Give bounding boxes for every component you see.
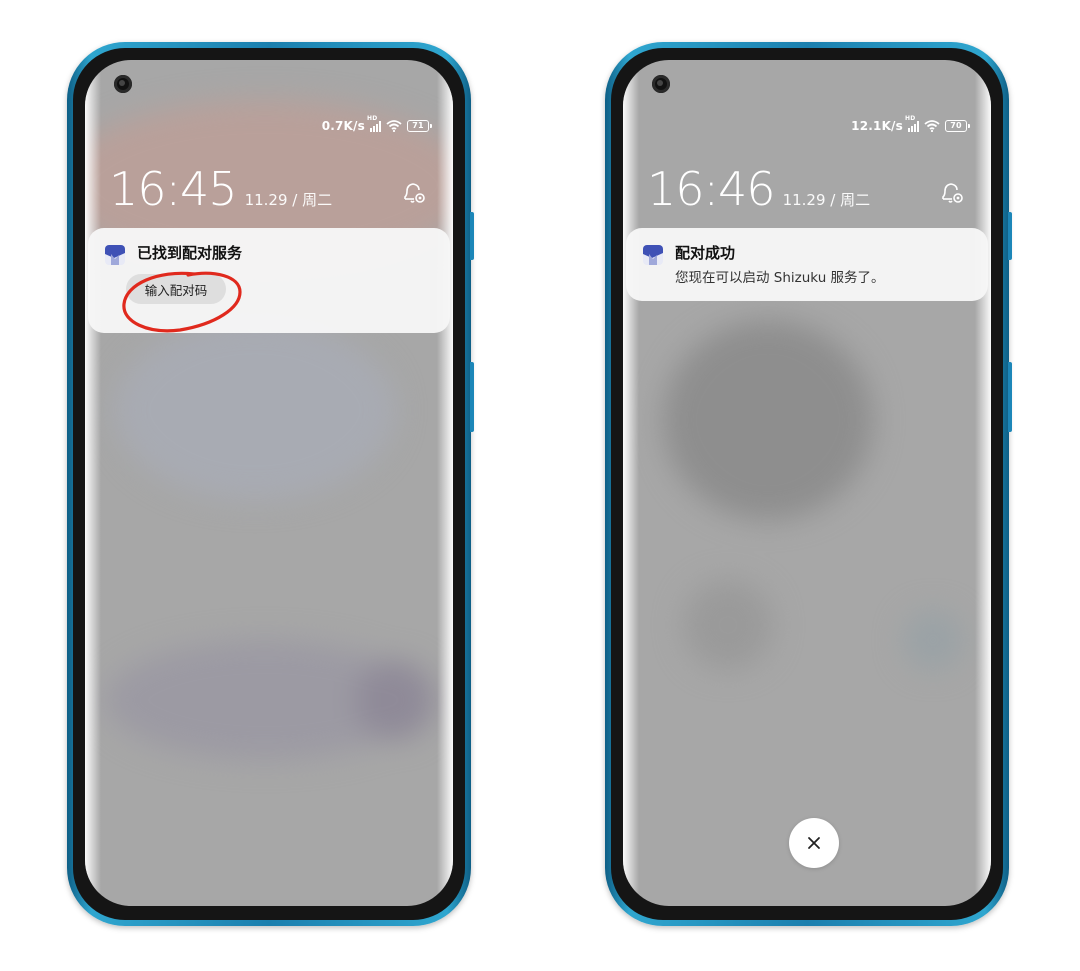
bezel: 0.7K/s HD 71 16:45 11.29 / 周二 已找到配对服务 输入…	[73, 48, 465, 920]
notification-title: 已找到配对服务	[137, 244, 243, 262]
notification-title: 配对成功	[675, 244, 736, 262]
clock-date: 11.29 / 周二	[782, 191, 871, 209]
front-camera	[652, 75, 670, 93]
signal-icon: HD	[367, 115, 381, 132]
lockscreen-clock: 16:45 11.29 / 周二	[109, 162, 332, 216]
lock-screen: 12.1K/s HD 70 16:46 11.29 / 周二 配对成功 您现在可…	[623, 60, 991, 906]
notification-card[interactable]: 配对成功 您现在可以启动 Shizuku 服务了。	[626, 228, 988, 301]
lockscreen-clock: 16:46 11.29 / 周二	[647, 162, 870, 216]
power-button	[1008, 212, 1012, 260]
curved-edge-left	[623, 60, 639, 906]
shizuku-app-icon	[105, 245, 125, 265]
clock-time: 16:45	[109, 162, 238, 216]
lock-screen: 0.7K/s HD 71 16:45 11.29 / 周二 已找到配对服务 输入…	[85, 60, 453, 906]
battery-icon: 71	[407, 120, 432, 132]
close-icon	[808, 837, 820, 849]
shizuku-app-icon	[643, 245, 663, 265]
notification-settings-icon[interactable]	[939, 180, 965, 206]
curved-edge-right	[437, 60, 453, 906]
hd-badge: HD	[367, 114, 378, 122]
curved-edge-right	[975, 60, 991, 906]
wifi-icon	[924, 120, 940, 132]
network-speed: 12.1K/s	[851, 119, 903, 133]
clock-time: 16:46	[647, 162, 776, 216]
wifi-icon	[386, 120, 402, 132]
notification-settings-icon[interactable]	[401, 180, 427, 206]
notification-card[interactable]: 已找到配对服务 输入配对码	[88, 228, 450, 333]
front-camera	[114, 75, 132, 93]
battery-icon: 70	[945, 120, 970, 132]
signal-icon: HD	[905, 115, 919, 132]
curved-edge-left	[85, 60, 101, 906]
enter-pairing-code-button[interactable]: 输入配对码	[126, 274, 226, 304]
volume-button	[1008, 362, 1012, 432]
hd-badge: HD	[905, 114, 916, 122]
phone-right: 12.1K/s HD 70 16:46 11.29 / 周二 配对成功 您现在可…	[605, 42, 1012, 926]
phone-left: 0.7K/s HD 71 16:45 11.29 / 周二 已找到配对服务 输入…	[67, 42, 474, 926]
clock-date: 11.29 / 周二	[244, 191, 333, 209]
power-button	[470, 212, 474, 260]
volume-button	[470, 362, 474, 432]
clear-notifications-button[interactable]	[789, 818, 839, 868]
network-speed: 0.7K/s	[321, 119, 365, 133]
notification-body: 您现在可以启动 Shizuku 服务了。	[675, 270, 885, 286]
status-bar: 12.1K/s HD 70	[851, 115, 970, 135]
status-bar: 0.7K/s HD 71	[321, 115, 432, 135]
bezel: 12.1K/s HD 70 16:46 11.29 / 周二 配对成功 您现在可…	[611, 48, 1003, 920]
